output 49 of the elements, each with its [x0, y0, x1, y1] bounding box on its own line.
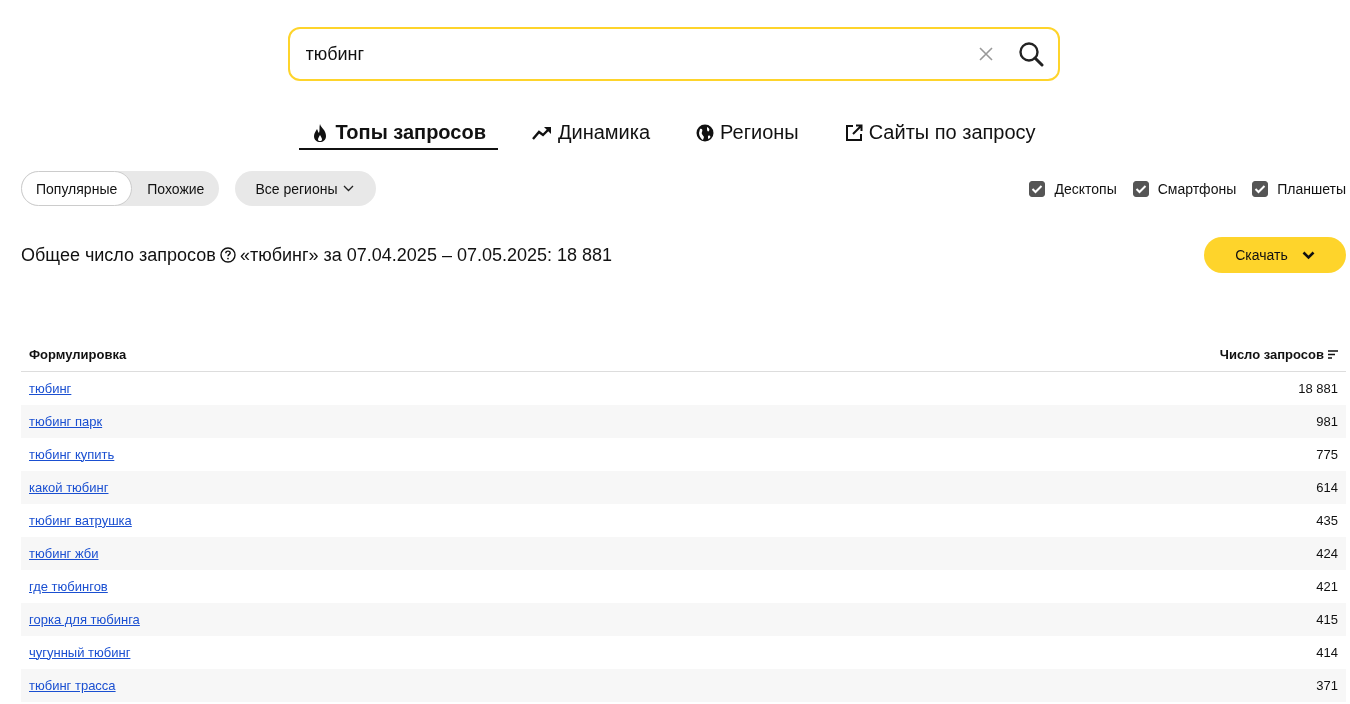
sort-icon: [1328, 350, 1338, 359]
query-link[interactable]: тюбинг ватрушка: [29, 512, 132, 528]
table-cell: 415: [664, 602, 1346, 636]
download-button[interactable]: Скачать: [1204, 237, 1346, 273]
query-link[interactable]: тюбинг купить: [29, 446, 115, 462]
globe-icon: [696, 123, 715, 142]
device-checkbox[interactable]: [1029, 180, 1046, 197]
table-cell: 775: [664, 437, 1346, 471]
total-label: Общее число запросов: [21, 244, 216, 266]
query-link[interactable]: чугунный тюбинг: [29, 644, 131, 660]
device-checkbox[interactable]: [1252, 180, 1269, 197]
table-cell: 424: [664, 536, 1346, 570]
tab[interactable]: Динамика: [519, 121, 663, 150]
query-link[interactable]: горка для тюбинга: [29, 611, 140, 627]
clear-icon[interactable]: [977, 46, 994, 62]
mode-option[interactable]: Популярные: [21, 171, 133, 206]
table-cell: 414: [664, 635, 1346, 669]
tab[interactable]: Регионы: [684, 121, 811, 150]
search-input[interactable]: тюбинг: [303, 42, 962, 66]
device-label: Планшеты: [1277, 180, 1346, 197]
query-link[interactable]: тюбинг: [29, 380, 72, 396]
table-cell: 18 881: [664, 371, 1346, 405]
total-summary: «тюбинг» за 07.04.2025 – 07.05.2025: 18 881: [239, 244, 613, 266]
device-label: Смартфоны: [1157, 180, 1237, 197]
table-cell: 614: [664, 470, 1346, 504]
help-icon[interactable]: [219, 247, 236, 263]
table-cell: 981: [664, 404, 1346, 438]
column-header: Формулировка: [21, 339, 665, 372]
tab[interactable]: Топы запросов: [299, 121, 498, 150]
table-cell: 435: [664, 503, 1346, 537]
table-cell: 371: [664, 668, 1346, 702]
device-checkbox[interactable]: [1132, 180, 1149, 197]
query-link[interactable]: какой тюбинг: [29, 479, 109, 495]
table-cell: 421: [664, 569, 1346, 603]
trend-arrow-icon: [531, 124, 552, 141]
region-dropdown[interactable]: Все регионы: [235, 171, 377, 206]
query-link[interactable]: тюбинг парк: [29, 413, 103, 429]
query-link[interactable]: где тюбингов: [29, 578, 108, 594]
search-icon[interactable]: [1017, 41, 1044, 67]
tab[interactable]: Сайты по запросу: [832, 121, 1048, 150]
search-field[interactable]: тюбинг: [287, 27, 1060, 81]
chevron-down-icon: [343, 185, 355, 192]
query-link[interactable]: тюбинг жби: [29, 545, 99, 561]
mode-option[interactable]: Похожие: [132, 171, 220, 206]
column-header[interactable]: Число запросов: [1219, 347, 1338, 362]
external-link-icon: [844, 123, 863, 142]
chevron-down-icon: [1301, 250, 1315, 260]
device-label: Десктопы: [1054, 180, 1117, 197]
query-link[interactable]: тюбинг трасса: [29, 677, 116, 693]
